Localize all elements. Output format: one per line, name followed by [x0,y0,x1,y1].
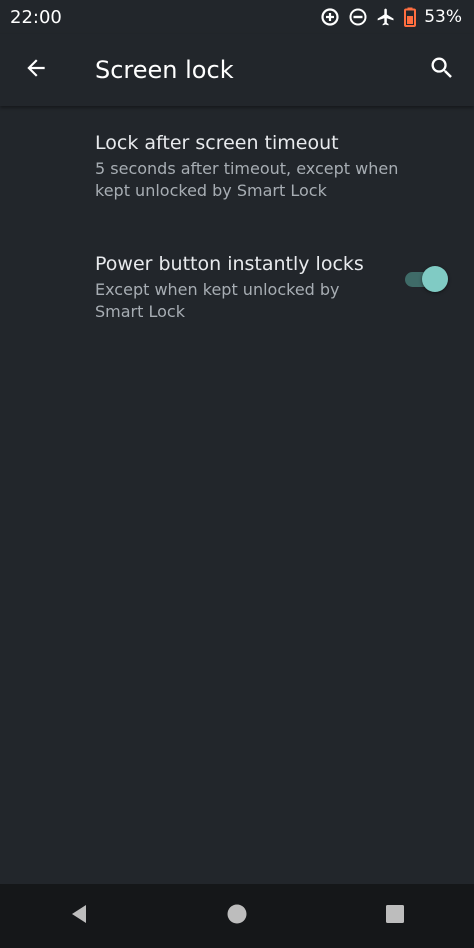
toggle-thumb [422,266,448,292]
nav-home-button[interactable] [207,886,267,946]
settings-list: Lock after screen timeout 5 seconds afte… [0,112,474,349]
status-icons: 53% [320,7,462,27]
recents-square-icon [384,903,406,929]
pref-power-button-locks[interactable]: Power button instantly locks Except when… [0,229,474,349]
data-saver-icon [320,7,340,27]
status-time: 22:00 [10,6,62,28]
pref-summary: Except when kept unlocked by Smart Lock [95,280,340,321]
search-button[interactable] [420,48,464,92]
search-icon [428,54,456,86]
battery-percent: 53% [424,7,462,27]
do-not-disturb-icon [348,7,368,27]
status-bar: 22:00 53% [0,0,474,34]
pref-summary: 5 seconds after timeout, except when kep… [95,159,399,200]
navigation-bar [0,884,474,948]
home-circle-icon [226,903,248,929]
arrow-back-icon [23,55,49,85]
pref-lock-after-timeout[interactable]: Lock after screen timeout 5 seconds afte… [0,112,474,229]
airplane-mode-icon [376,7,396,27]
back-triangle-icon [68,903,90,929]
nav-back-button[interactable] [49,886,109,946]
page-title: Screen lock [95,56,234,84]
app-bar: Screen lock [0,34,474,106]
pref-title: Lock after screen timeout [95,132,339,154]
battery-saver-icon [404,7,417,27]
nav-recents-button[interactable] [365,886,425,946]
power-button-lock-toggle[interactable] [405,266,449,292]
back-button[interactable] [14,48,58,92]
